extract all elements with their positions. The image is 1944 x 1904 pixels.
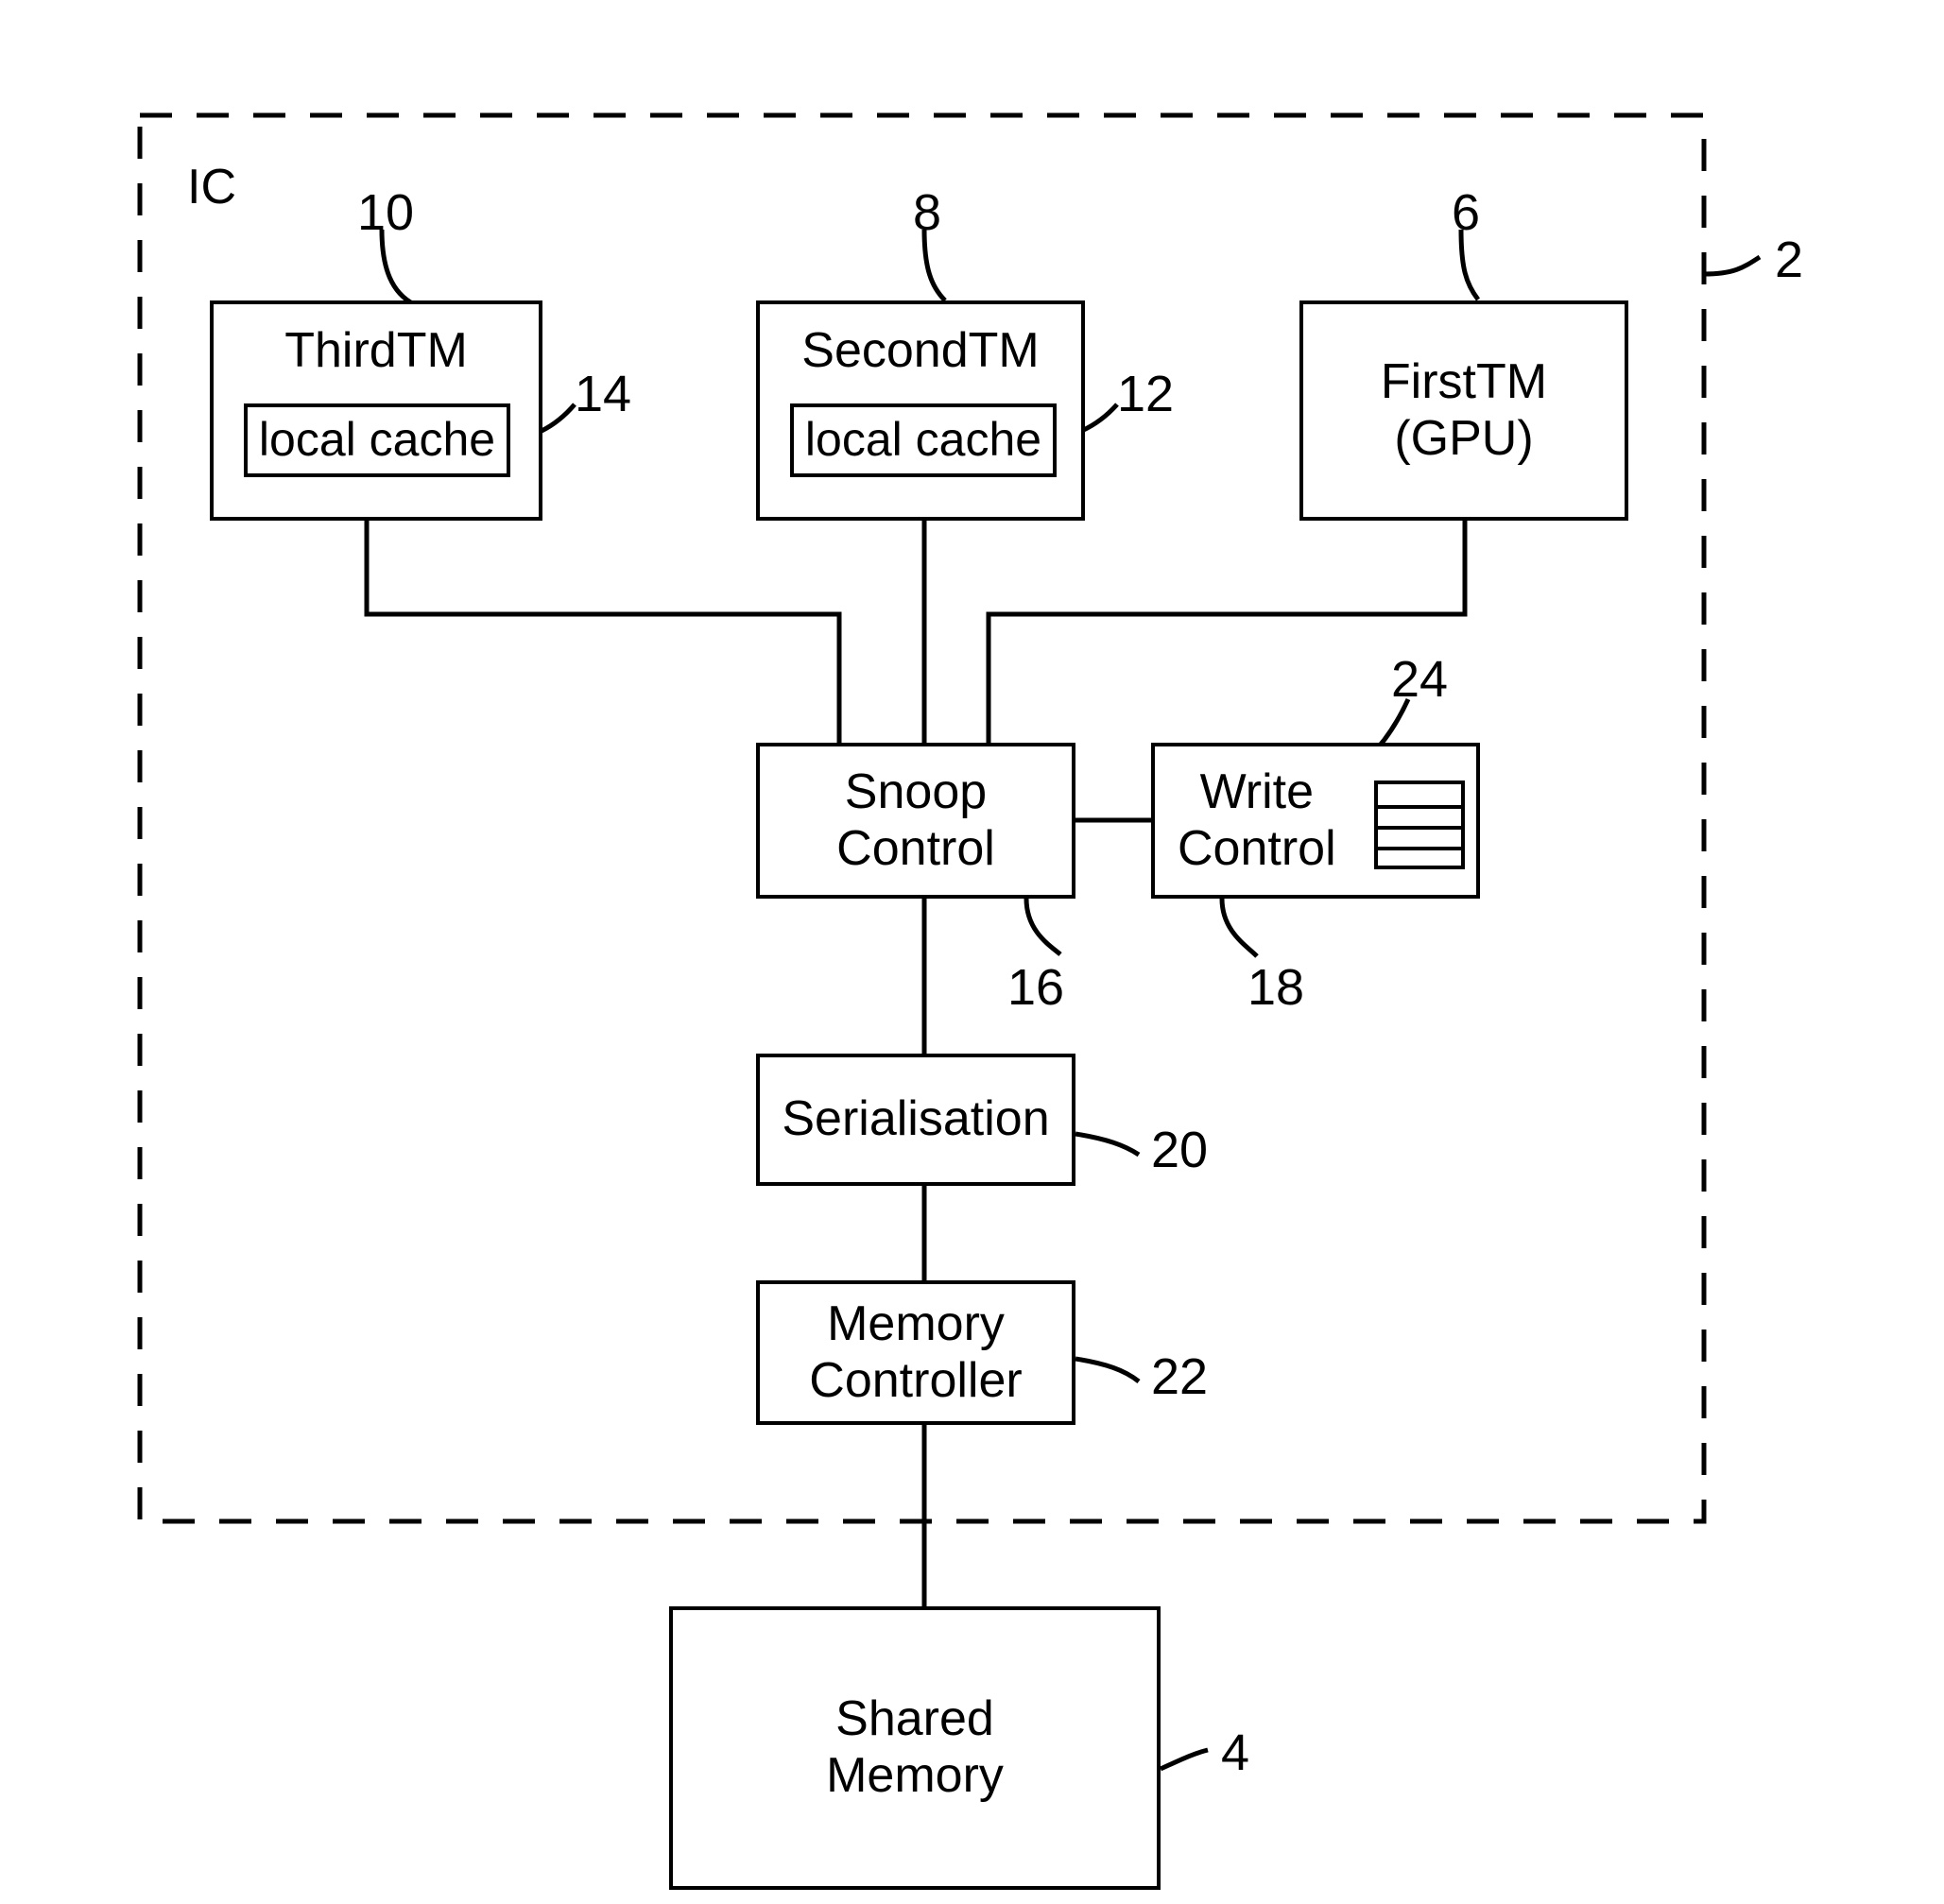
write-buffer-icon <box>1374 780 1465 869</box>
ref-6: 6 <box>1452 184 1481 241</box>
leader-ic-2 <box>1703 254 1762 277</box>
block-first-tm[interactable]: FirstTM (GPU) <box>1299 300 1628 521</box>
ic-label: IC <box>187 160 236 214</box>
third-tm-local-cache[interactable]: local cache <box>244 403 510 477</box>
block-third-tm[interactable]: ThirdTM local cache <box>210 300 542 521</box>
ref-4: 4 <box>1221 1724 1250 1781</box>
leader-20 <box>1075 1131 1141 1158</box>
wire-firsttm-to-snoop <box>986 521 1468 743</box>
leader-18 <box>1219 898 1259 958</box>
ref-24: 24 <box>1391 651 1449 708</box>
block-snoop-control[interactable]: Snoop Control <box>756 743 1075 899</box>
ref-14: 14 <box>575 366 632 422</box>
leader-22 <box>1075 1356 1141 1383</box>
ref-22: 22 <box>1151 1348 1209 1405</box>
ref-2: 2 <box>1775 232 1804 288</box>
block-first-tm-label: FirstTM (GPU) <box>1380 353 1548 466</box>
block-second-tm-label: SecondTM <box>801 323 1040 378</box>
block-write-control[interactable]: Write Control <box>1151 743 1480 899</box>
block-second-tm[interactable]: SecondTM local cache <box>756 300 1085 521</box>
ref-10: 10 <box>357 184 415 241</box>
wire-thirdtm-to-snoop <box>364 521 842 743</box>
block-serialisation[interactable]: Serialisation <box>756 1054 1075 1186</box>
second-tm-local-cache[interactable]: local cache <box>790 403 1057 477</box>
block-write-control-label: Write Control <box>1178 763 1336 876</box>
block-memory-controller[interactable]: Memory Controller <box>756 1280 1075 1425</box>
second-tm-local-cache-label: local cache <box>804 413 1042 467</box>
third-tm-local-cache-label: local cache <box>258 413 496 467</box>
block-shared-memory[interactable]: Shared Memory <box>669 1606 1161 1890</box>
block-third-tm-label: ThirdTM <box>284 323 468 378</box>
block-serialisation-label: Serialisation <box>782 1091 1050 1147</box>
block-snoop-control-label: Snoop Control <box>836 763 995 876</box>
ref-20: 20 <box>1151 1122 1209 1178</box>
leader-4 <box>1159 1747 1209 1772</box>
ref-16: 16 <box>1007 959 1065 1016</box>
block-memory-controller-label: Memory Controller <box>809 1295 1023 1408</box>
ref-8: 8 <box>913 184 942 241</box>
leader-16 <box>1024 898 1062 956</box>
block-shared-memory-label: Shared Memory <box>826 1691 1004 1803</box>
ref-18: 18 <box>1247 959 1305 1016</box>
figure-canvas: IC 2 10 8 6 14 12 16 18 24 20 22 4 Third… <box>0 0 1944 1904</box>
ref-12: 12 <box>1117 366 1175 422</box>
